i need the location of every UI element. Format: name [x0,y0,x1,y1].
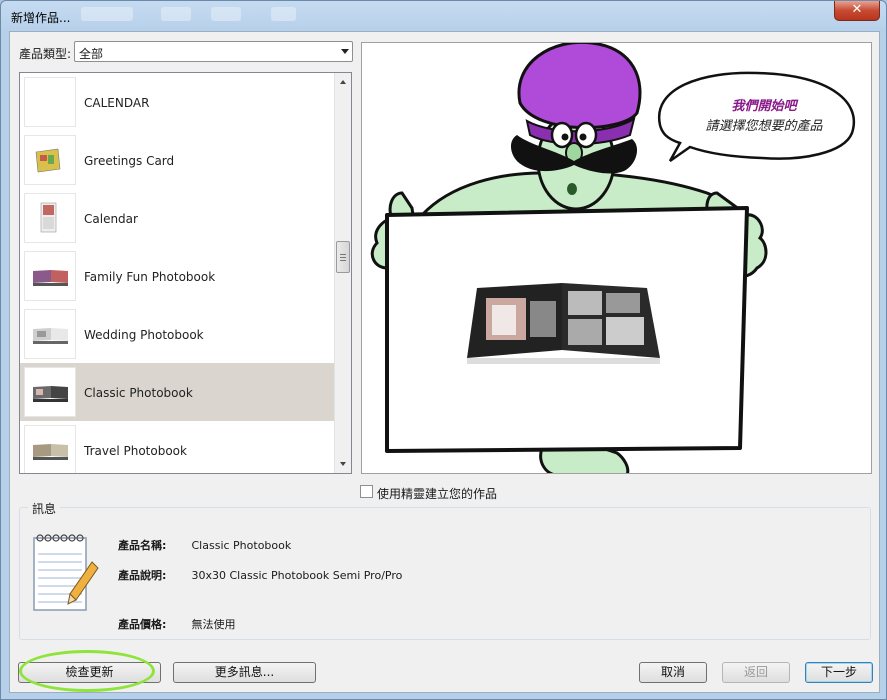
list-item[interactable]: CALENDAR [20,73,335,131]
product-label: CALENDAR [84,96,150,110]
background-blur [211,7,241,21]
background-blur [161,7,191,21]
list-item[interactable]: Classic Photobook [20,363,335,421]
background-blur [81,7,133,21]
info-desc-value: 30x30 Classic Photobook Semi Pro/Pro [191,569,403,582]
eye-icon [574,121,598,149]
product-label: Calendar [84,212,138,226]
more-info-button[interactable]: 更多訊息... [173,662,316,683]
photobook-thumbnail-icon [24,251,76,301]
wizard-label: 使用精靈建立您的作品 [377,487,498,501]
list-item[interactable]: Family Fun Photobook [20,247,335,305]
info-price-row: 產品價格: 無法使用 [118,616,236,632]
info-name-row: 產品名稱: Classic Photobook [118,537,291,553]
product-type-value: 全部 [79,47,104,61]
mouth [567,183,577,195]
dialog-window: 新增作品... ✕ 產品類型: 全部 CALENDAR Greetings Ca… [0,0,887,700]
product-type-label: 產品類型: [19,47,72,61]
product-label: Greetings Card [84,154,175,168]
title-bar[interactable]: 新增作品... ✕ [1,1,886,31]
list-item[interactable]: Calendar [20,189,335,247]
dialog-body: 產品類型: 全部 CALENDAR Greetings Card Calenda… [9,31,880,693]
product-label: Classic Photobook [84,386,193,400]
close-icon: ✕ [851,2,863,17]
wizard-checkbox[interactable] [360,485,373,498]
product-type-select[interactable]: 全部 [74,41,353,62]
product-label: Travel Photobook [84,444,187,458]
window-title: 新增作品... [11,11,71,25]
blank-thumbnail-icon [24,77,76,127]
notepad-icon [30,528,100,621]
info-group: 訊息 產品名稱: Classic Photobook 產品說明: 30x30 C… [19,500,871,640]
product-list[interactable]: CALENDAR Greetings Card Calendar Family … [19,72,352,474]
info-desc-row: 產品說明: 30x30 Classic Photobook Semi Pro/P… [118,567,402,583]
photobook-thumbnail-icon [24,425,76,473]
list-item[interactable]: Greetings Card [20,131,335,189]
pupil [561,133,569,141]
product-label: Wedding Photobook [84,328,204,342]
product-preview: 我們開始吧 請選擇您想要的產品 [361,42,872,474]
calendar-thumbnail-icon [24,193,76,243]
grip-line [340,254,346,255]
info-name-key: 產品名稱: [118,539,167,552]
bubble-text: 請選擇您想要的產品 [705,119,823,134]
turban-icon [517,43,642,130]
highlight-circle [19,650,155,692]
grip-line [340,260,346,261]
info-price-key: 產品價格: [118,618,167,631]
info-desc-key: 產品說明: [118,569,167,582]
pupil [579,133,587,141]
cancel-button[interactable]: 取消 [639,662,707,683]
photobook-thumbnail-icon [24,367,76,417]
genie-tail [539,446,630,473]
back-button[interactable]: 返回 [722,662,790,683]
scroll-down-icon[interactable] [340,462,346,466]
photobook-thumbnail-icon [24,309,76,359]
scroll-up-icon[interactable] [340,80,346,84]
eye-icon [550,121,574,149]
info-legend: 訊息 [28,500,61,517]
bubble-title: 我們開始吧 [731,99,797,114]
list-item[interactable]: Travel Photobook [20,421,335,473]
grip-line [340,257,346,258]
scrollbar-thumb[interactable] [336,241,350,273]
greeting-card-thumbnail-icon [24,135,76,185]
list-item[interactable]: Wedding Photobook [20,305,335,363]
close-button[interactable]: ✕ [834,1,880,21]
next-button[interactable]: 下一步 [805,662,873,683]
info-name-value: Classic Photobook [191,539,292,552]
chevron-down-icon [341,49,349,54]
background-blur [271,7,296,21]
product-label: Family Fun Photobook [84,270,216,284]
list-scrollbar[interactable] [334,73,351,473]
info-price-value: 無法使用 [191,618,236,631]
